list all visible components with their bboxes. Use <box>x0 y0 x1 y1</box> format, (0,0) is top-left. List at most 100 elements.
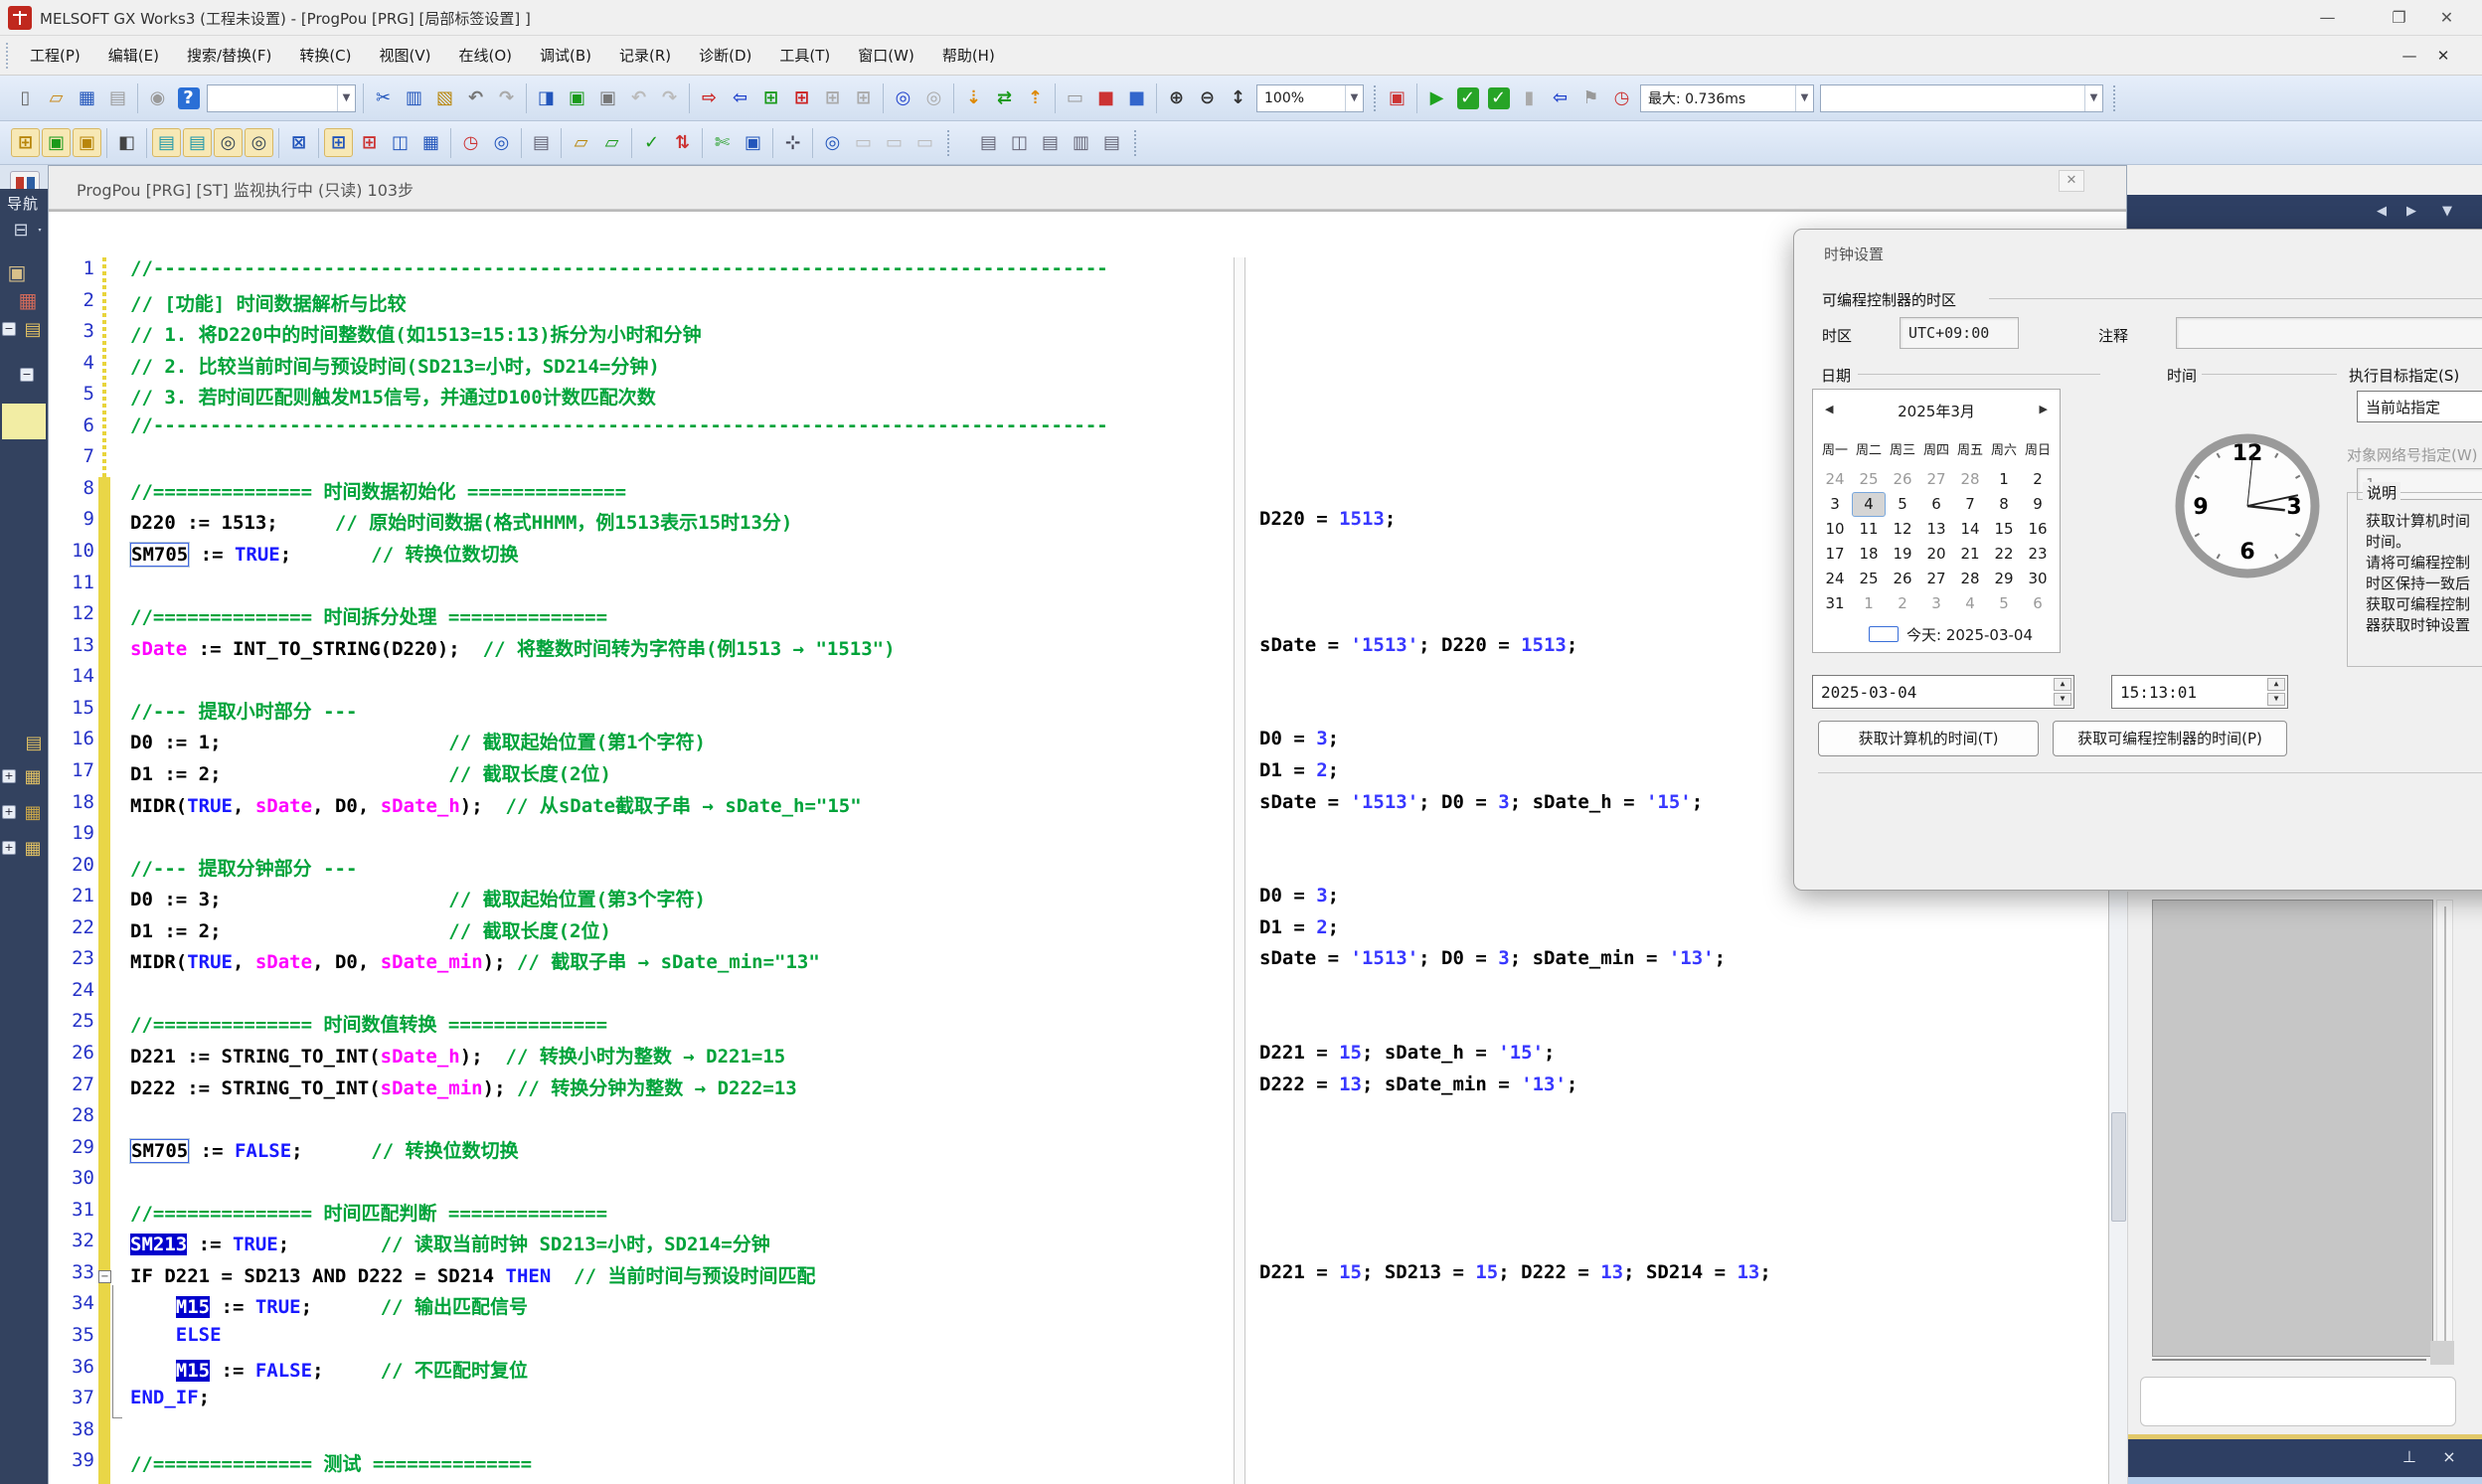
tool-gray2-icon[interactable]: ▭ <box>880 128 909 157</box>
device-display-icon[interactable]: ◎ <box>889 83 917 112</box>
menu-item-C[interactable]: 转换(C) <box>285 36 365 76</box>
new-file-icon[interactable]: ▯ <box>11 83 40 112</box>
hk-window-icon[interactable]: ▣ <box>73 128 101 157</box>
calendar-day[interactable]: 24 <box>1818 467 1852 492</box>
monitor-zoom-icon[interactable]: ◎ <box>487 128 516 157</box>
scrollbar-thumb[interactable] <box>2111 1112 2126 1222</box>
device-monitor2-icon[interactable]: ▣ <box>593 83 622 112</box>
calendar-day[interactable]: 6 <box>2021 591 2055 616</box>
calendar-day[interactable]: 3 <box>1919 591 1953 616</box>
time-spin-down-icon[interactable]: ▼ <box>2267 693 2285 706</box>
calendar-day[interactable]: 2 <box>2021 467 2055 492</box>
calendar-day[interactable]: 12 <box>1886 517 1919 542</box>
calendar-day[interactable]: 8 <box>1987 492 2021 517</box>
calendar-day[interactable]: 7 <box>1953 492 1987 517</box>
device-write-icon[interactable]: ◨ <box>532 83 561 112</box>
crosshair-icon[interactable]: ⊹ <box>778 128 807 157</box>
verify-icon[interactable]: ⊞ <box>818 83 847 112</box>
jump-sync-icon[interactable]: ⇄ <box>990 83 1019 112</box>
comm-test-icon[interactable]: ▣ <box>739 128 767 157</box>
save-icon[interactable]: ▦ <box>73 83 101 112</box>
nav-minus2-icon[interactable]: − <box>20 368 34 382</box>
window-blue-icon[interactable]: ■ <box>1122 83 1151 112</box>
read-from-plc-icon[interactable]: ⇦ <box>726 83 754 112</box>
combo-dropdown-icon[interactable]: ▼ <box>1345 85 1363 111</box>
device-display-off-icon[interactable]: ◎ <box>919 83 948 112</box>
calendar-day[interactable]: 3 <box>1818 492 1852 517</box>
menu-item-V[interactable]: 视图(V) <box>366 36 445 76</box>
nav-folder3-icon[interactable]: ▦ <box>20 765 46 787</box>
calendar-day[interactable]: 31 <box>1818 591 1852 616</box>
project-tree-icon[interactable]: ⊞ <box>11 128 40 157</box>
panel2-icon[interactable]: ◫ <box>1005 128 1034 157</box>
nav-plus2-icon[interactable]: + <box>2 805 16 819</box>
zoom-out-icon[interactable]: ⊖ <box>1193 83 1222 112</box>
nav-collapse-icon[interactable]: ⊟ <box>8 219 34 241</box>
redo-icon[interactable]: ↷ <box>492 83 521 112</box>
calendar-day[interactable]: 26 <box>1886 567 1919 591</box>
undo-icon[interactable]: ↶ <box>461 83 490 112</box>
monitor-start-icon[interactable]: ⊞ <box>756 83 785 112</box>
watch-combo[interactable]: ▼ <box>1820 84 2103 112</box>
calendar-day[interactable]: 17 <box>1818 542 1852 567</box>
panel4-icon[interactable]: ▥ <box>1067 128 1095 157</box>
calendar-day[interactable]: 19 <box>1886 542 1919 567</box>
print-icon[interactable]: ▤ <box>103 83 132 112</box>
child-close-button[interactable]: ✕ <box>2428 42 2458 70</box>
combo-dropdown-icon[interactable]: ▼ <box>2084 85 2102 111</box>
window-gray-icon[interactable]: ▭ <box>1061 83 1089 112</box>
monitor-stop-icon[interactable]: ⊞ <box>787 83 816 112</box>
watch-scrollbar[interactable] <box>2436 900 2453 1357</box>
calendar-day[interactable]: 28 <box>1953 467 1987 492</box>
monitor-mode-icon[interactable]: ▣ <box>1383 83 1411 112</box>
editor-split-divider[interactable] <box>1234 257 1245 1484</box>
toolbar-handle[interactable] <box>1370 83 1379 113</box>
minimize-button[interactable]: — <box>2304 0 2351 36</box>
calendar-day[interactable]: 25 <box>1852 567 1886 591</box>
calendar-day[interactable]: 23 <box>2021 542 2055 567</box>
nav-module-icon[interactable]: ▣ <box>2 260 32 284</box>
date-spin-down-icon[interactable]: ▼ <box>2054 693 2071 706</box>
find-replace-icon[interactable]: ◎ <box>245 128 273 157</box>
pin-icon[interactable]: ⊥ <box>2398 1447 2421 1466</box>
clock-red-icon[interactable]: ◷ <box>456 128 485 157</box>
calendar-day[interactable]: 11 <box>1852 517 1886 542</box>
combo-dropdown-icon[interactable]: ▼ <box>1795 85 1813 111</box>
watch-splitter[interactable] <box>2152 1359 2426 1361</box>
redo-gray-icon[interactable]: ↷ <box>655 83 684 112</box>
scan-time-combo[interactable]: 最大: 0.736ms▼ <box>1640 84 1814 112</box>
nav-plus3-icon[interactable]: + <box>2 841 16 855</box>
calendar-day[interactable]: 27 <box>1919 567 1953 591</box>
quick-find-combo[interactable]: ▼ <box>207 84 356 112</box>
menu-item-P[interactable]: 工程(P) <box>16 36 94 76</box>
tool-gray3-icon[interactable]: ▭ <box>910 128 939 157</box>
navigation-selected-item[interactable] <box>2 404 46 439</box>
date-spinner[interactable]: 2025-03-04 ▲▼ <box>1812 675 2074 709</box>
nav-folder1-icon[interactable]: ▤ <box>20 318 46 340</box>
step-icon[interactable]: ▮ <box>1515 83 1544 112</box>
calendar-day[interactable]: 6 <box>1919 492 1953 517</box>
label-list2-icon[interactable]: ▤ <box>183 128 212 157</box>
time-spinner[interactable]: 15:13:01 ▲▼ <box>2111 675 2288 709</box>
calendar-day[interactable]: 21 <box>1953 542 1987 567</box>
calendar-grid[interactable]: 2425262728123456789101112131415161718192… <box>1818 467 2055 616</box>
convert-all-icon[interactable]: ✓ <box>1484 83 1513 112</box>
jump-down-icon[interactable]: ⇣ <box>959 83 988 112</box>
search-monitor-icon[interactable]: ◎ <box>818 128 847 157</box>
exec-target-combo[interactable]: 当前站指定 ▼ <box>2357 391 2482 422</box>
label-list-icon[interactable]: ▤ <box>152 128 181 157</box>
scan-clock-icon[interactable]: ◷ <box>1607 83 1636 112</box>
calendar-day[interactable]: 1 <box>1987 467 2021 492</box>
dock-prev-icon[interactable]: ◀ <box>2377 204 2387 219</box>
calendar-day[interactable]: 30 <box>2021 567 2055 591</box>
date-spin-up-icon[interactable]: ▲ <box>2054 678 2071 691</box>
run-icon[interactable]: ▶ <box>1422 83 1451 112</box>
calendar-day[interactable]: 14 <box>1953 517 1987 542</box>
nav-folder2-icon[interactable]: ▤ <box>22 732 46 753</box>
calendar-day-selected[interactable]: 4 <box>1852 492 1886 517</box>
device-x-icon[interactable]: ⊠ <box>284 128 313 157</box>
zoom-combo[interactable]: 100%▼ <box>1256 84 1364 112</box>
calendar-day[interactable]: 15 <box>1987 517 2021 542</box>
nav-program-icon[interactable]: ▦ <box>14 288 42 312</box>
time-spin-up-icon[interactable]: ▲ <box>2267 678 2285 691</box>
